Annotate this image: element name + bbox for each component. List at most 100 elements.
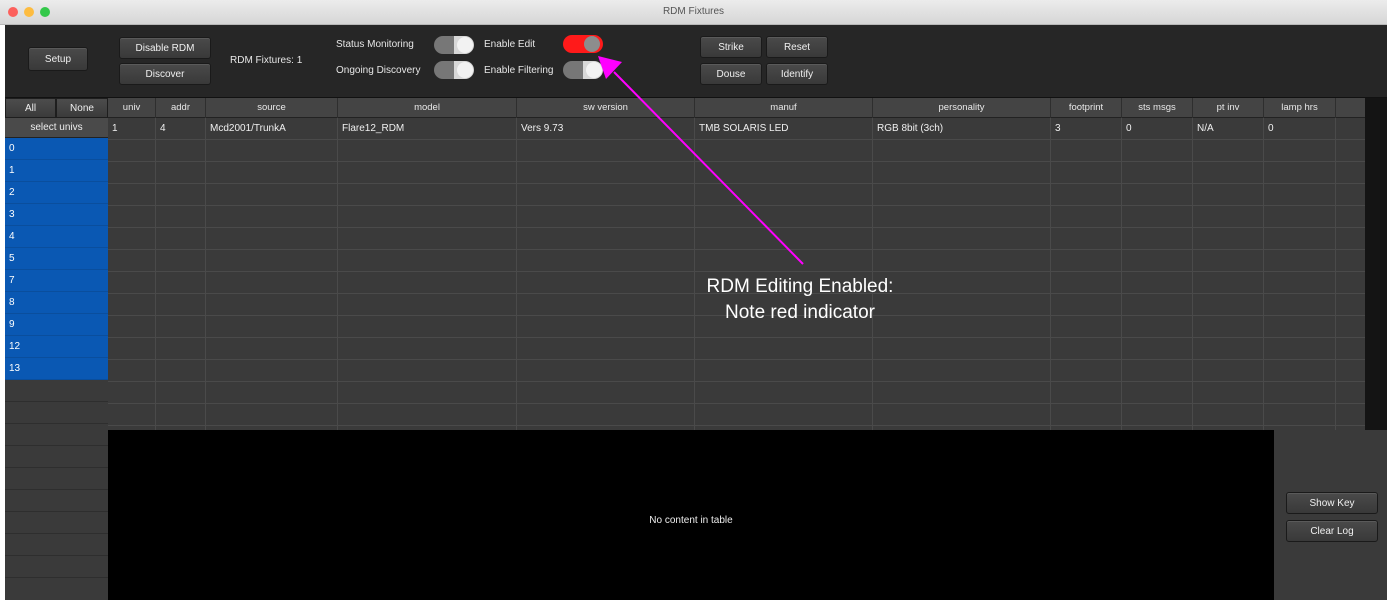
table-cell	[1051, 272, 1122, 294]
table-cell	[695, 206, 873, 228]
column-header[interactable]: sw version	[517, 98, 695, 118]
table-cell	[338, 360, 517, 382]
column-header[interactable]: sts msgs	[1122, 98, 1193, 118]
table-cell: 4	[156, 118, 206, 140]
universe-item[interactable]: 0	[5, 138, 108, 160]
table-cell: 0	[1122, 118, 1193, 140]
table-cell	[338, 294, 517, 316]
table-cell	[695, 162, 873, 184]
table-cell	[695, 228, 873, 250]
universe-item[interactable]: 4	[5, 226, 108, 248]
strike-button[interactable]: Strike	[700, 36, 762, 58]
table-empty-row	[108, 140, 1365, 162]
universe-item[interactable]: 2	[5, 182, 108, 204]
table-cell	[695, 250, 873, 272]
table-cell	[206, 250, 338, 272]
universe-item[interactable]: 1	[5, 160, 108, 182]
column-header[interactable]: source	[206, 98, 338, 118]
rdm-fixtures-count: 1	[296, 55, 303, 66]
table-cell	[206, 206, 338, 228]
universe-item[interactable]: 9	[5, 314, 108, 336]
show-key-button[interactable]: Show Key	[1286, 492, 1378, 514]
select-none-button[interactable]: None	[56, 98, 108, 118]
douse-button[interactable]: Douse	[700, 63, 762, 85]
table-cell	[517, 206, 695, 228]
column-header[interactable]: personality	[873, 98, 1051, 118]
table-cell	[1193, 316, 1264, 338]
table-cell	[108, 206, 156, 228]
column-header[interactable]: model	[338, 98, 517, 118]
clear-log-button[interactable]: Clear Log	[1286, 520, 1378, 542]
table-cell	[1193, 294, 1264, 316]
table-cell	[695, 316, 873, 338]
table-cell	[517, 360, 695, 382]
table-cell	[108, 228, 156, 250]
enable-edit-toggle[interactable]	[563, 35, 603, 53]
toggle-knob	[586, 62, 602, 78]
ongoing-discovery-label: Ongoing Discovery	[336, 65, 421, 76]
toggle-knob	[584, 36, 600, 52]
table-cell	[338, 338, 517, 360]
column-header[interactable]: manuf	[695, 98, 873, 118]
table-cell	[108, 250, 156, 272]
window-titlebar: RDM Fixtures	[0, 0, 1387, 25]
table-cell: N/A	[1193, 118, 1264, 140]
table-cell	[108, 162, 156, 184]
column-header[interactable]: univ	[108, 98, 156, 118]
universe-item[interactable]: 5	[5, 248, 108, 270]
table-cell	[1264, 316, 1336, 338]
table-row[interactable]: 1 4 Mcd2001/TrunkA Flare12_RDM Vers 9.73 TMB …	[108, 118, 1365, 140]
table-cell	[1264, 382, 1336, 404]
table-empty-row	[108, 162, 1365, 184]
table-cell	[338, 228, 517, 250]
table-cell	[156, 162, 206, 184]
table-cell	[156, 338, 206, 360]
table-cell	[108, 382, 156, 404]
table-cell	[695, 294, 873, 316]
table-cell	[156, 206, 206, 228]
table-cell	[695, 360, 873, 382]
table-cell	[338, 184, 517, 206]
status-monitoring-toggle[interactable]	[434, 36, 474, 54]
universe-item[interactable]: 12	[5, 336, 108, 358]
universe-item[interactable]: 13	[5, 358, 108, 380]
table-cell	[108, 294, 156, 316]
table-cell	[156, 140, 206, 162]
identify-button[interactable]: Identify	[766, 63, 828, 85]
table-cell	[206, 338, 338, 360]
table-cell	[338, 316, 517, 338]
table-cell	[1264, 272, 1336, 294]
reset-button[interactable]: Reset	[766, 36, 828, 58]
column-header[interactable]: footprint	[1051, 98, 1122, 118]
table-cell	[1051, 228, 1122, 250]
universe-item[interactable]: 7	[5, 270, 108, 292]
fixtures-table: univ addr source model sw version manuf person…	[108, 98, 1387, 448]
ongoing-discovery-toggle[interactable]	[434, 61, 474, 79]
column-header[interactable]: addr	[156, 98, 206, 118]
toolbar: Setup Disable RDM Discover RDM Fixtures:…	[5, 25, 1387, 98]
table-cell: 1	[108, 118, 156, 140]
table-cell	[108, 316, 156, 338]
table-empty-row	[108, 250, 1365, 272]
table-vertical-scrollbar[interactable]	[1365, 98, 1387, 448]
universe-panel: All None select univs 0 1 2 3 4 5 7 8 9 12 13	[5, 98, 108, 600]
table-cell	[206, 294, 338, 316]
table-cell	[206, 360, 338, 382]
enable-filtering-toggle[interactable]	[563, 61, 603, 79]
column-header[interactable]: pt inv	[1193, 98, 1264, 118]
universe-item[interactable]: 8	[5, 292, 108, 314]
table-cell: RGB 8bit (3ch)	[873, 118, 1051, 140]
table-cell	[1264, 294, 1336, 316]
table-cell	[873, 184, 1051, 206]
table-body: 1 4 Mcd2001/TrunkA Flare12_RDM Vers 9.73 TMB …	[108, 118, 1365, 448]
table-cell	[1122, 162, 1193, 184]
table-empty-row	[108, 382, 1365, 404]
table-empty-row	[108, 316, 1365, 338]
column-header[interactable]: lamp hrs	[1264, 98, 1336, 118]
universe-item[interactable]: 3	[5, 204, 108, 226]
setup-button[interactable]: Setup	[28, 47, 88, 71]
discover-button[interactable]: Discover	[119, 63, 211, 85]
disable-rdm-button[interactable]: Disable RDM	[119, 37, 211, 59]
table-empty-row	[108, 184, 1365, 206]
select-all-button[interactable]: All	[5, 98, 56, 118]
